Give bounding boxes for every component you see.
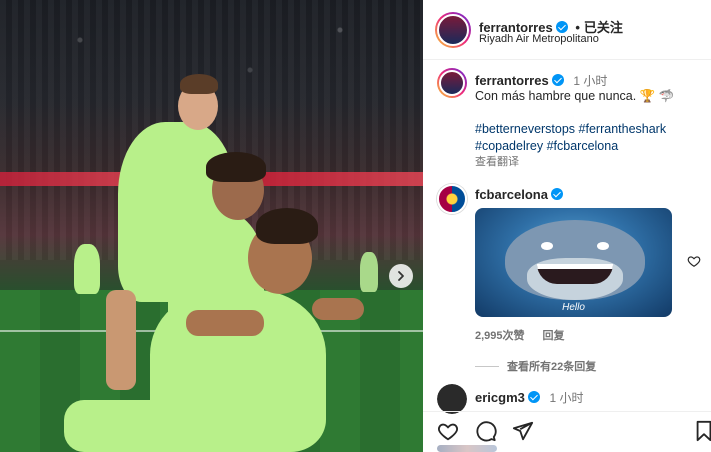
verified-icon [551,74,564,86]
next-comment-username[interactable]: ericgm3 [475,390,525,405]
comment-header: fcbarcelona [475,187,563,202]
replies-divider [475,365,499,367]
view-replies-button[interactable]: 查看所有22条回复 [475,358,596,374]
shark-eye [597,242,609,250]
comment-meta: 2,995次赞 回复 [475,327,565,343]
ericgm3-photo [437,384,467,414]
caption-time[interactable]: 1 小时 [573,74,607,88]
ericgm3-avatar[interactable] [437,384,467,414]
fcbarcelona-avatar[interactable] [437,184,467,214]
post-location[interactable]: Riyadh Air Metropolitano [479,33,599,45]
hashtags-line-1[interactable]: #betterneverstops #ferrantheshark [475,121,705,138]
chevron-right-icon [398,271,404,281]
save-icon[interactable] [693,420,711,442]
background-player [74,244,100,294]
comment-like-icon[interactable] [687,254,701,268]
like-icon[interactable] [437,420,459,442]
caption-hashtags: #betterneverstops #ferrantheshark #copad… [475,121,705,155]
post-panel: ferrantorres • 已关注 Riyadh Air Metropolita… [423,0,711,452]
caption-text-row: Con más hambre que nunca. 🏆 🦈 [475,88,703,104]
player-hair [206,152,266,182]
caption-avatar-photo [439,70,465,96]
post-media[interactable] [0,0,423,452]
caption-username[interactable]: ferrantorres [475,73,549,88]
comment-like-count[interactable]: 2,995次赞 [475,330,525,342]
liked-by-avatars [437,445,497,452]
verified-icon [550,188,563,200]
player-shorts [64,400,204,452]
shark-mouth [537,264,613,284]
player-arm [186,310,264,336]
caption-text: Con más hambre que nunca. [475,89,637,103]
caption-header: ferrantorres 1 小时 [475,72,607,89]
verified-icon [555,21,568,33]
comment-reply-button[interactable]: 回复 [543,330,565,342]
player-leg [106,290,136,390]
view-replies-label: 查看所有22条回复 [507,361,597,373]
player-arm [312,298,364,320]
verified-icon [527,391,540,403]
comment-username[interactable]: fcbarcelona [475,187,548,202]
share-icon[interactable] [512,420,534,442]
shark-eye [541,242,553,250]
player-hair [180,74,218,94]
next-comment-header: ericgm3 1 小时 [475,389,584,406]
background-player [360,252,378,292]
author-photo [437,14,469,46]
comment-icon[interactable] [475,420,497,442]
gif-caption: Hello [562,302,585,313]
see-translation-link[interactable]: 查看翻译 [475,153,519,169]
post-header: ferrantorres • 已关注 Riyadh Air Metropolita… [423,0,711,60]
trophy-shark-emoji: 🏆 🦈 [639,89,675,103]
caption-avatar[interactable] [437,68,467,98]
next-slide-button[interactable] [389,264,413,288]
player-hair [256,208,318,244]
comment-gif[interactable]: Hello [475,208,672,317]
next-comment-time[interactable]: 1 小时 [550,391,584,405]
author-avatar[interactable] [435,12,471,48]
